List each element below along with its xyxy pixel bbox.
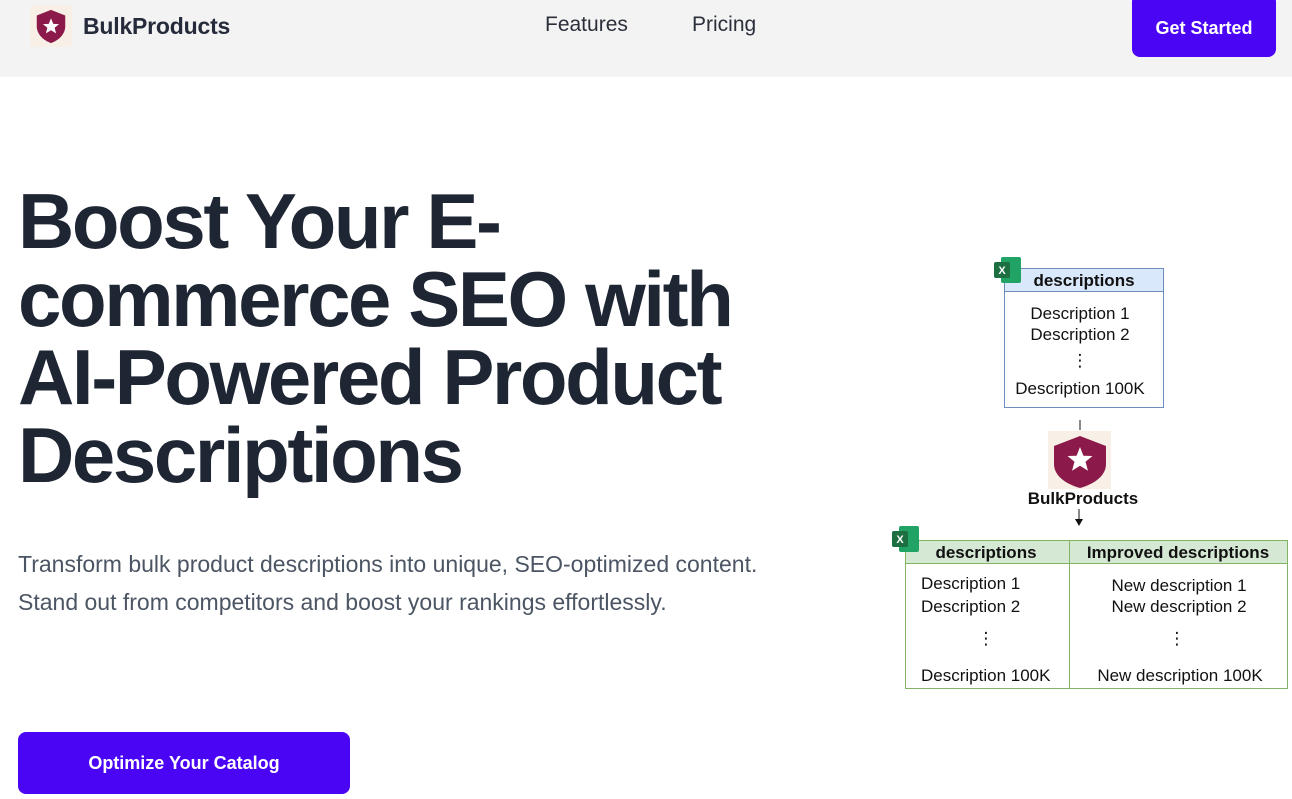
arrow-head [1075,519,1083,526]
nav-link-features[interactable]: Features [545,13,628,37]
input-row-2: Description 2 [1030,325,1129,344]
output-right-row-last: New description 100K [1097,666,1263,685]
hero-subtitle: Transform bulk product descriptions into… [18,551,758,615]
bulkproducts-processor: BulkProducts [1028,431,1139,508]
excel-icon-letter: X [896,534,904,546]
output-header-right: Improved descriptions [1087,543,1269,562]
input-spreadsheet: descriptions Description 1 Description 2… [1004,268,1164,408]
excel-icon: X [994,257,1021,283]
workflow-diagram: descriptions Description 1 Description 2… [892,257,1288,689]
excel-icon: X [892,526,919,552]
top-navigation-bar: BulkProducts Features Pricing Get Starte… [0,0,1292,77]
output-left-row-1: Description 1 [921,574,1020,593]
input-row-ellipsis: ⋮ [1072,351,1089,370]
output-spreadsheet: descriptions Improved descriptions Descr… [905,540,1288,689]
nav-link-pricing[interactable]: Pricing [692,13,756,37]
output-left-ellipsis: ⋮ [978,629,995,648]
excel-icon-letter: X [998,265,1006,277]
input-row-last: Description 100K [1015,379,1145,398]
output-left-row-2: Description 2 [921,597,1020,616]
get-started-button[interactable]: Get Started [1132,0,1276,57]
hero-headline: Boost Your E-commerce SEO with AI-Powere… [18,177,734,499]
optimize-catalog-button[interactable]: Optimize Your Catalog [18,732,350,794]
processor-label: BulkProducts [1028,489,1139,508]
brand[interactable]: BulkProducts [30,5,230,47]
output-right-ellipsis: ⋮ [1169,629,1186,648]
input-row-1: Description 1 [1030,304,1129,323]
input-sheet-header: descriptions [1033,271,1134,290]
output-left-row-last: Description 100K [921,666,1051,685]
output-header-left: descriptions [935,543,1036,562]
shield-star-logo-icon [30,5,72,47]
output-right-row-2: New description 2 [1111,597,1246,616]
brand-name: BulkProducts [83,12,231,39]
output-right-row-1: New description 1 [1111,576,1246,595]
